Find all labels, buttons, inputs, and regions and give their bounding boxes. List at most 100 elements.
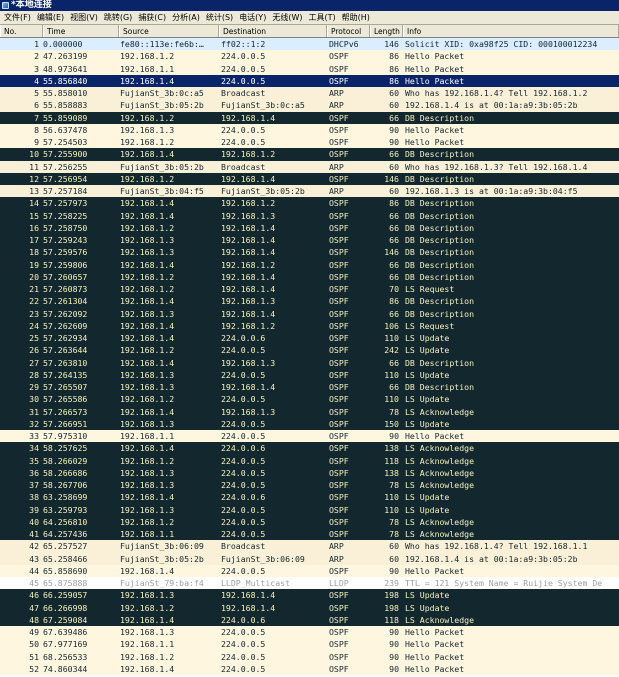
column-header-no[interactable]: No. (0, 25, 43, 37)
menu-wireless[interactable]: 无线(W) (270, 11, 306, 24)
packet-time: 56.637478 (43, 124, 88, 135)
column-header-protocol[interactable]: Protocol (327, 25, 370, 37)
column-header-info[interactable]: Info (403, 25, 619, 37)
packet-row[interactable]: 38 63.258699 192.168.1.4 224.0.0.6 OSPF 110 LS… (0, 491, 619, 504)
packet-info: 192.168.1.4 is at 00:1a:a9:3b:05:2b (405, 100, 578, 111)
packet-row[interactable]: 1 0.000000 fe80::113e:fe6b:… ff02::1:2 DHCPv… (0, 38, 619, 51)
menu-tools[interactable]: 工具(T) (306, 11, 339, 24)
packet-row[interactable]: 28 57.264135 192.168.1.3 224.0.0.5 OSPF 110 LS… (0, 368, 619, 381)
packet-row[interactable]: 3 48.973641 192.168.1.1 224.0.0.5 OSPF 86 Hell… (0, 62, 619, 75)
packet-info: LS Update (405, 590, 450, 601)
packet-row[interactable]: 6 55.858883 FujianSt_3b:05:2b FujianSt_3b:0… (0, 99, 619, 112)
packet-row[interactable]: 39 63.259793 192.168.1.3 224.0.0.5 OSPF 110 LS… (0, 503, 619, 516)
packet-row[interactable]: 45 65.875888 FujianSt_79:ba:f4 LLDP_Multica… (0, 577, 619, 590)
packet-source: 192.168.1.1 (120, 431, 175, 441)
column-header-length[interactable]: Length (370, 25, 403, 37)
packet-row[interactable]: 33 57.975310 192.168.1.1 224.0.0.5 OSPF 90 Hel… (0, 430, 619, 443)
packet-row[interactable]: 48 67.259084 192.168.1.4 224.0.0.6 OSPF 118 LS… (0, 613, 619, 626)
menu-capture[interactable]: 捕获(C) (136, 11, 170, 24)
packet-time: 47.263199 (43, 51, 88, 62)
packet-time: 57.258750 (43, 222, 88, 233)
packet-row[interactable]: 7 55.859089 192.168.1.2 192.168.1.4 OSPF 66 DB… (0, 111, 619, 124)
packet-row[interactable]: 41 64.257436 192.168.1.1 224.0.0.5 OSPF 78 LS … (0, 528, 619, 541)
packet-row[interactable]: 34 58.257625 192.168.1.4 224.0.0.6 OSPF 138 LS… (0, 442, 619, 455)
packet-row[interactable]: 51 68.256533 192.168.1.2 224.0.0.5 OSPF 90 Hel… (0, 650, 619, 663)
packet-row[interactable]: 29 57.265507 192.168.1.3 192.168.1.4 OSPF 66 D… (0, 381, 619, 394)
packet-row[interactable]: 15 57.258225 192.168.1.4 192.168.1.3 OSPF 66 D… (0, 209, 619, 222)
packet-length: 66 (389, 210, 399, 221)
packet-number: 22 (29, 296, 39, 307)
packet-row[interactable]: 21 57.260873 192.168.1.2 192.168.1.4 OSPF 70 L… (0, 283, 619, 296)
packet-row[interactable]: 25 57.262934 192.168.1.4 224.0.0.6 OSPF 110 LS… (0, 332, 619, 345)
packet-source: 192.168.1.4 (120, 614, 175, 625)
packet-row[interactable]: 40 64.256810 192.168.1.2 224.0.0.5 OSPF 78 LS … (0, 515, 619, 528)
packet-row[interactable]: 2 47.263199 192.168.1.2 224.0.0.5 OSPF 86 Hell… (0, 50, 619, 63)
packet-protocol: OSPF (329, 431, 349, 441)
packet-row[interactable]: 50 67.977169 192.168.1.1 224.0.0.5 OSPF 90 Hel… (0, 638, 619, 651)
column-header-destination[interactable]: Destination (219, 25, 327, 37)
menu-edit[interactable]: 编辑(E) (35, 11, 68, 24)
packet-row[interactable]: 18 57.259576 192.168.1.3 192.168.1.4 OSPF 146… (0, 246, 619, 259)
packet-row[interactable]: 12 57.256954 192.168.1.2 192.168.1.4 OSPF 146… (0, 172, 619, 185)
packet-row[interactable]: 46 66.259057 192.168.1.3 192.168.1.4 OSPF 198… (0, 589, 619, 602)
menu-view[interactable]: 视图(V) (68, 11, 102, 24)
packet-info: Who has 192.168.1.4? Tell 192.168.1.1 (405, 541, 588, 552)
packet-protocol: ARP (329, 161, 344, 172)
packet-row[interactable]: 36 58.266686 192.168.1.3 224.0.0.5 OSPF 138 LS… (0, 466, 619, 479)
packet-row[interactable]: 13 57.257184 FujianSt_3b:04:f5 FujianSt_3b:… (0, 185, 619, 198)
menu-go[interactable]: 跳转(G) (102, 11, 136, 24)
packet-row[interactable]: 10 57.255900 192.168.1.4 192.168.1.2 OSPF 66 D… (0, 148, 619, 161)
packet-source: FujianSt_3b:05:2b (120, 161, 204, 172)
packet-row[interactable]: 19 57.259806 192.168.1.4 192.168.1.2 OSPF 66 D… (0, 258, 619, 271)
packet-row[interactable]: 24 57.262609 192.168.1.4 192.168.1.2 OSPF 106… (0, 319, 619, 332)
packet-destination: 192.168.1.4 (221, 382, 276, 392)
packet-length: 70 (389, 284, 399, 294)
packet-row[interactable]: 14 57.257973 192.168.1.4 192.168.1.2 OSPF 86 D… (0, 197, 619, 210)
packet-row[interactable]: 4 55.856840 192.168.1.4 224.0.0.5 OSPF 86 Hell… (0, 74, 619, 87)
packet-row[interactable]: 49 67.639486 192.168.1.3 224.0.0.5 OSPF 90 Hel… (0, 626, 619, 639)
menu-statistics[interactable]: 统计(S) (204, 11, 237, 24)
packet-row[interactable]: 32 57.266951 192.168.1.3 224.0.0.5 OSPF 150 LS… (0, 417, 619, 430)
packet-number: 13 (29, 186, 39, 196)
packet-protocol: OSPF (329, 296, 349, 307)
packet-time: 55.858010 (43, 88, 88, 98)
packet-source: 192.168.1.3 (120, 418, 175, 429)
packet-row[interactable]: 9 57.254503 192.168.1.2 224.0.0.5 OSPF 90 Hell… (0, 136, 619, 149)
packet-row[interactable]: 43 65.258466 FujianSt_3b:05:2b FujianSt_3b:… (0, 552, 619, 565)
packet-row[interactable]: 20 57.260657 192.168.1.2 192.168.1.4 OSPF 66 D… (0, 270, 619, 283)
packet-row[interactable]: 27 57.263810 192.168.1.4 192.168.1.3 OSPF 66 D… (0, 356, 619, 369)
packet-source: 192.168.1.4 (120, 406, 175, 417)
packet-length: 86 (389, 63, 399, 74)
packet-row[interactable]: 42 65.257527 FujianSt_3b:06:09 Broadcast ARP… (0, 540, 619, 553)
packet-row[interactable]: 16 57.258750 192.168.1.2 192.168.1.4 OSPF 66 D… (0, 221, 619, 234)
packet-row[interactable]: 17 57.259243 192.168.1.3 192.168.1.4 OSPF 66 D… (0, 234, 619, 247)
column-header-time[interactable]: Time (43, 25, 119, 37)
column-header-source[interactable]: Source (119, 25, 219, 37)
packet-info: LS Acknowledge (405, 455, 475, 466)
menu-help[interactable]: 帮助(H) (340, 11, 374, 24)
packet-source: 192.168.1.3 (120, 124, 175, 135)
packet-row[interactable]: 31 57.266573 192.168.1.4 192.168.1.3 OSPF 78 L… (0, 405, 619, 418)
menu-analyze[interactable]: 分析(A) (170, 11, 204, 24)
packet-info: DB Description (405, 198, 475, 209)
packet-list[interactable]: 1 0.000000 fe80::113e:fe6b:… ff02::1:2 DHCPv… (0, 38, 619, 677)
packet-row[interactable]: 30 57.265586 192.168.1.2 224.0.0.5 OSPF 110 LS… (0, 393, 619, 406)
packet-row[interactable]: 47 66.266998 192.168.1.2 192.168.1.4 OSPF 198… (0, 601, 619, 614)
packet-row[interactable]: 26 57.263644 192.168.1.2 224.0.0.5 OSPF 242 LS… (0, 344, 619, 357)
packet-time: 64.256810 (43, 516, 88, 527)
packet-row[interactable]: 8 56.637478 192.168.1.3 224.0.0.5 OSPF 90 Hell… (0, 123, 619, 136)
menu-file[interactable]: 文件(F) (2, 11, 35, 24)
packet-number: 42 (29, 541, 39, 552)
packet-row[interactable]: 44 65.858690 192.168.1.4 224.0.0.5 OSPF 90 Hel… (0, 564, 619, 577)
menu-telephony[interactable]: 电话(Y) (237, 11, 270, 24)
packet-info: Hello Packet (405, 627, 465, 637)
packet-row[interactable]: 52 74.860344 192.168.1.4 224.0.0.5 OSPF 90 Hel… (0, 662, 619, 675)
packet-row[interactable]: 23 57.262092 192.168.1.3 192.168.1.4 OSPF 66 D… (0, 307, 619, 320)
packet-row[interactable]: 11 57.256255 FujianSt_3b:05:2b Broadcast ARP… (0, 160, 619, 173)
packet-row[interactable]: 22 57.261304 192.168.1.4 192.168.1.3 OSPF 86 D… (0, 295, 619, 308)
packet-row[interactable]: 37 58.267706 192.168.1.3 224.0.0.5 OSPF 78 LS … (0, 479, 619, 492)
packet-number: 9 (34, 137, 39, 147)
packet-row[interactable]: 35 58.266029 192.168.1.2 224.0.0.5 OSPF 118 LS… (0, 454, 619, 467)
packet-protocol: OSPF (329, 663, 349, 674)
packet-row[interactable]: 5 55.858010 FujianSt_3b:0c:a5 Broadcast ARP 6… (0, 87, 619, 100)
